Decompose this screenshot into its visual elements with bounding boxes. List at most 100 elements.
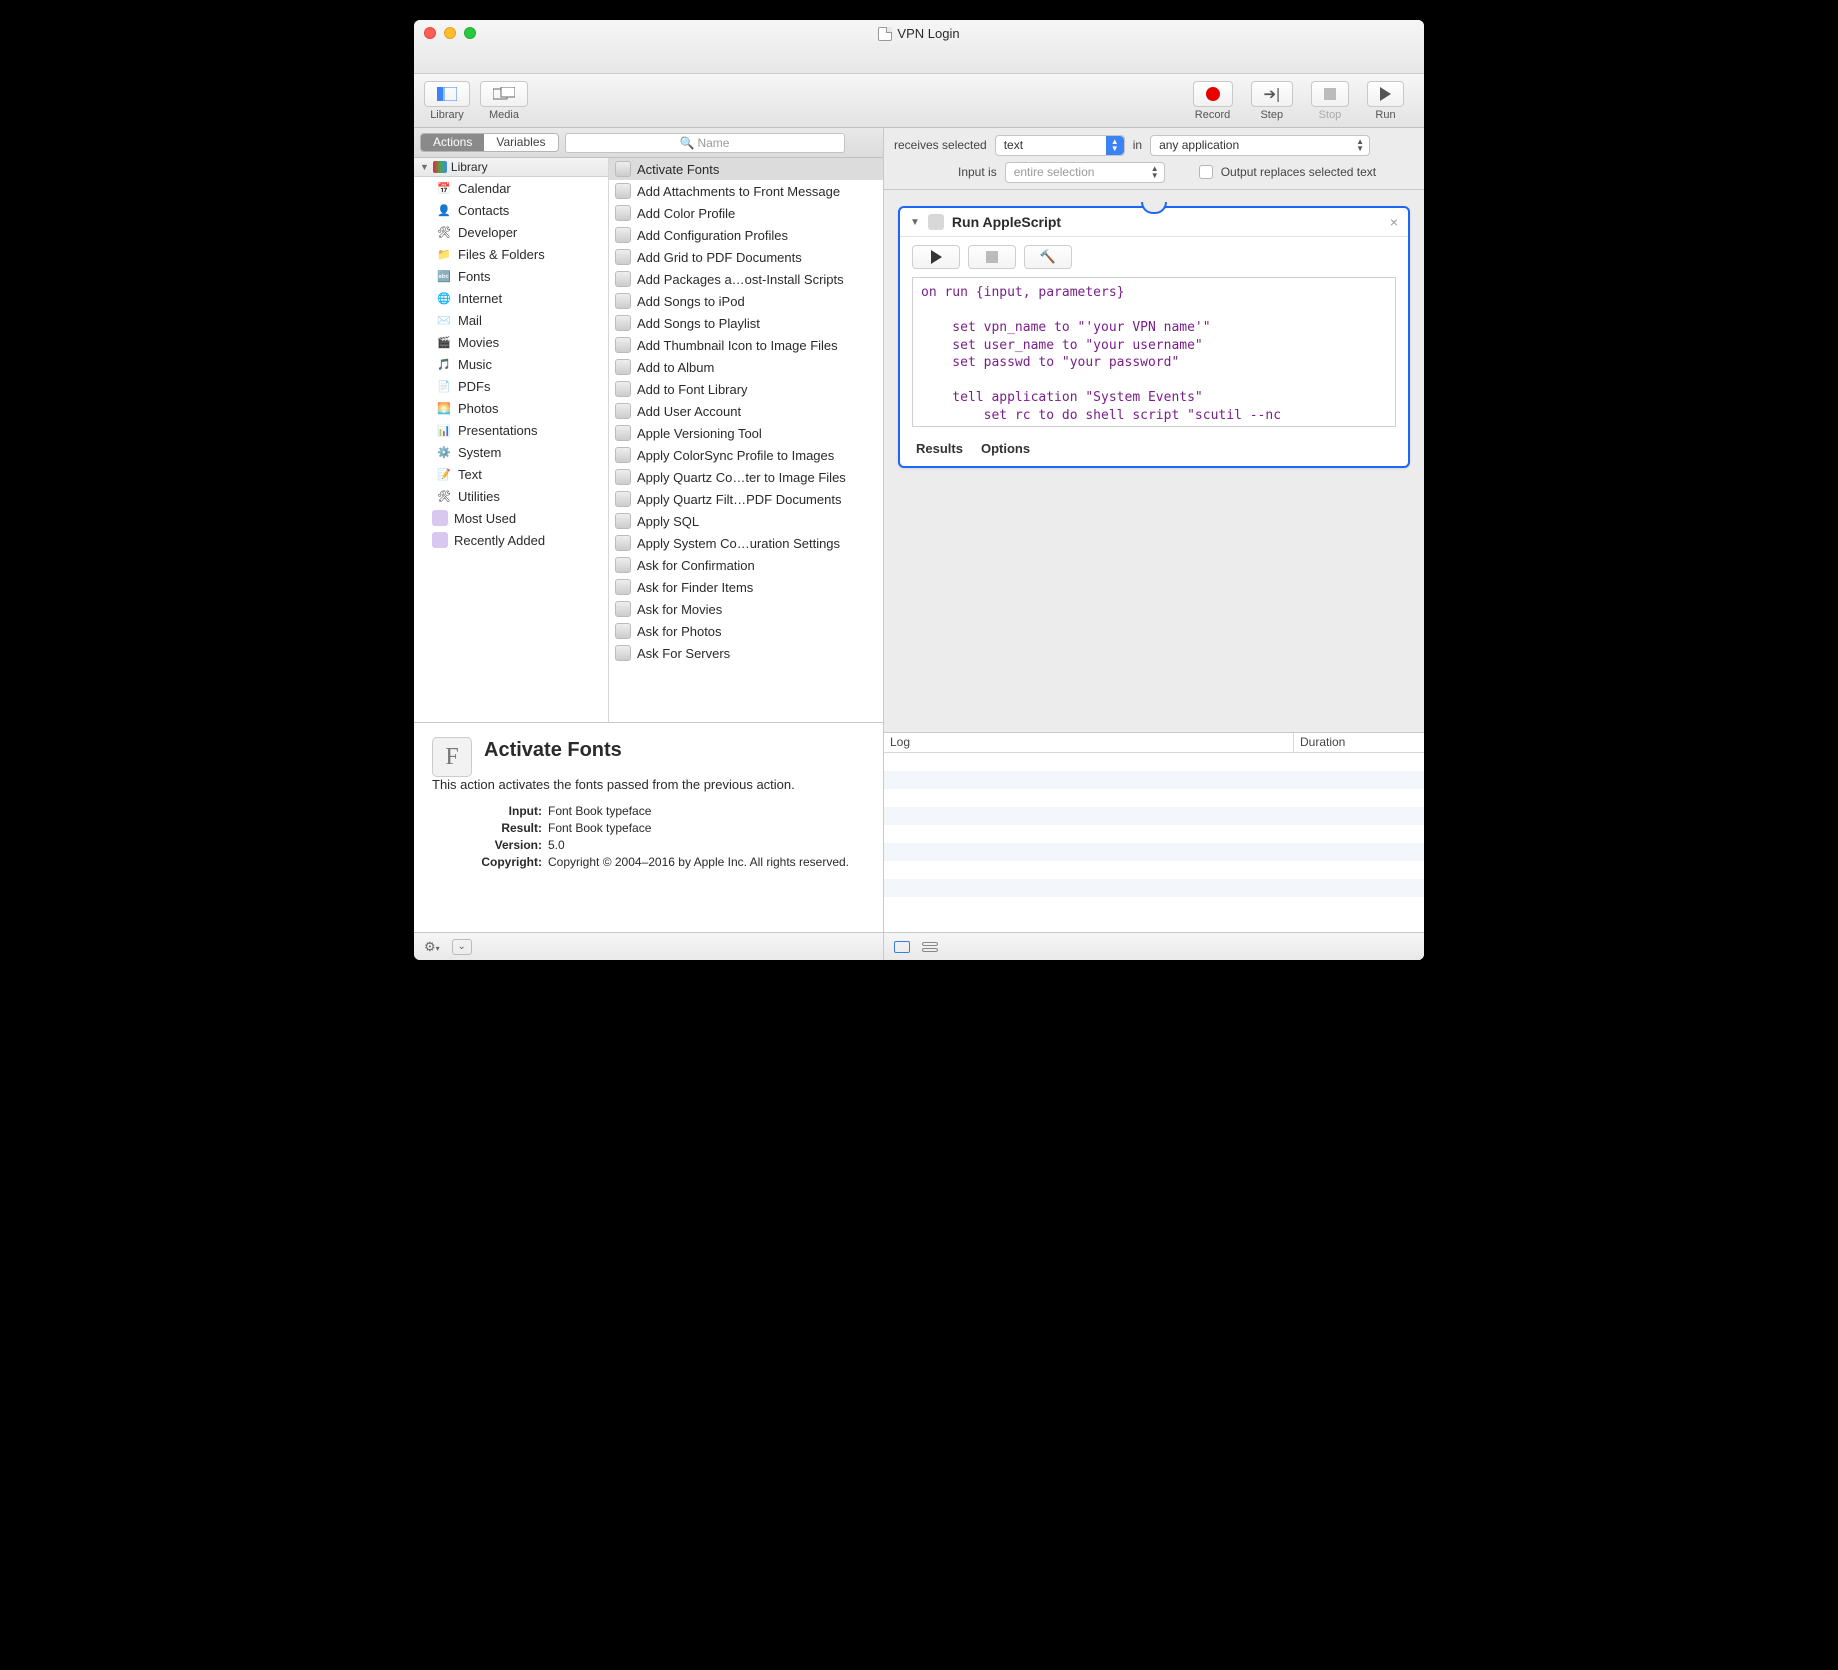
options-tab[interactable]: Options xyxy=(981,441,1030,456)
results-tab[interactable]: Results xyxy=(916,441,963,456)
category-icon: ✉️ xyxy=(436,312,452,328)
action-icon xyxy=(615,183,631,199)
category-icon: 🎵 xyxy=(436,356,452,372)
minimize-window-button[interactable] xyxy=(444,27,456,39)
library-item[interactable]: 🛠Developer xyxy=(414,221,608,243)
stop-icon xyxy=(1324,88,1336,100)
actions-list[interactable]: Activate FontsAdd Attachments to Front M… xyxy=(609,158,883,664)
action-list-item[interactable]: Add to Album xyxy=(609,356,883,378)
action-list-item[interactable]: Add Packages a…ost-Install Scripts xyxy=(609,268,883,290)
action-list-item[interactable]: Ask for Photos xyxy=(609,620,883,642)
category-icon: 🔤 xyxy=(436,268,452,284)
library-toolbar-button[interactable]: Library xyxy=(424,81,470,121)
library-item[interactable]: 🎬Movies xyxy=(414,331,608,353)
log-pane: Log Duration xyxy=(884,732,1424,932)
library-smart-item[interactable]: Most Used xyxy=(414,507,608,529)
action-list-item[interactable]: Apply Quartz Co…ter to Image Files xyxy=(609,466,883,488)
library-item[interactable]: 📊Presentations xyxy=(414,419,608,441)
library-item[interactable]: 👤Contacts xyxy=(414,199,608,221)
actions-segment[interactable]: Actions xyxy=(421,134,484,151)
action-list-item[interactable]: Add Songs to iPod xyxy=(609,290,883,312)
receives-type-select[interactable]: text ▲▼ xyxy=(995,135,1125,156)
step-button[interactable]: ➔|Step xyxy=(1251,81,1293,121)
library-item[interactable]: ⚙️System xyxy=(414,441,608,463)
action-icon xyxy=(615,249,631,265)
variables-view-icon[interactable] xyxy=(922,942,938,952)
action-icon xyxy=(615,447,631,463)
document-icon xyxy=(878,27,892,41)
output-replaces-checkbox[interactable] xyxy=(1199,165,1213,179)
action-icon xyxy=(615,337,631,353)
duration-column-header[interactable]: Duration xyxy=(1294,733,1424,752)
library-smart-item[interactable]: Recently Added xyxy=(414,529,608,551)
workflow-view-icon[interactable] xyxy=(894,941,910,953)
script-compile-button[interactable]: 🔨 xyxy=(1024,245,1072,269)
script-run-button[interactable] xyxy=(912,245,960,269)
run-button[interactable]: Run xyxy=(1367,81,1404,121)
receives-label: receives selected xyxy=(894,138,987,152)
action-list-item[interactable]: Add User Account xyxy=(609,400,883,422)
library-item[interactable]: 🎵Music xyxy=(414,353,608,375)
action-list-item[interactable]: Apply Quartz Filt…PDF Documents xyxy=(609,488,883,510)
library-icon xyxy=(433,161,447,173)
action-list-item[interactable]: Add Thumbnail Icon to Image Files xyxy=(609,334,883,356)
gear-icon[interactable]: ⚙︎▾ xyxy=(424,939,440,955)
library-item[interactable]: 📁Files & Folders xyxy=(414,243,608,265)
action-list-item[interactable]: Add Attachments to Front Message xyxy=(609,180,883,202)
library-category-list[interactable]: 📅Calendar👤Contacts🛠Developer📁Files & Fol… xyxy=(414,177,608,551)
actions-variables-segment[interactable]: Actions Variables xyxy=(420,133,559,152)
media-toolbar-button[interactable]: Media xyxy=(480,81,528,121)
script-stop-button[interactable] xyxy=(968,245,1016,269)
action-list-item[interactable]: Apply System Co…uration Settings xyxy=(609,532,883,554)
action-icon xyxy=(615,513,631,529)
workflow-input-bar: receives selected text ▲▼ in any applica… xyxy=(884,128,1424,190)
action-list-item[interactable]: Activate Fonts xyxy=(609,158,883,180)
library-item[interactable]: 📅Calendar xyxy=(414,177,608,199)
play-icon xyxy=(931,250,942,264)
library-header[interactable]: ▼ Library xyxy=(414,158,608,177)
action-list-item[interactable]: Add to Font Library xyxy=(609,378,883,400)
action-list-item[interactable]: Ask for Movies xyxy=(609,598,883,620)
disclosure-triangle-icon[interactable]: ▼ xyxy=(910,217,920,228)
action-icon xyxy=(615,359,631,375)
stop-button[interactable]: Stop xyxy=(1311,81,1349,121)
library-item[interactable]: 📝Text xyxy=(414,463,608,485)
input-is-label: Input is xyxy=(958,165,997,179)
close-window-button[interactable] xyxy=(424,27,436,39)
action-icon xyxy=(615,425,631,441)
library-item[interactable]: 🌅Photos xyxy=(414,397,608,419)
library-item[interactable]: 🔤Fonts xyxy=(414,265,608,287)
search-input[interactable]: 🔍 Name xyxy=(565,133,845,153)
category-icon: 📄 xyxy=(436,378,452,394)
action-list-item[interactable]: Apply ColorSync Profile to Images xyxy=(609,444,883,466)
workflow-canvas[interactable]: ▼ Run AppleScript × 🔨 on run {input, par… xyxy=(884,190,1424,732)
library-item[interactable]: 📄PDFs xyxy=(414,375,608,397)
action-icon xyxy=(615,623,631,639)
run-applescript-action[interactable]: ▼ Run AppleScript × 🔨 on run {input, par… xyxy=(898,206,1410,468)
action-list-item[interactable]: Apple Versioning Tool xyxy=(609,422,883,444)
variables-segment[interactable]: Variables xyxy=(484,134,557,151)
library-item[interactable]: 🛠Utilities xyxy=(414,485,608,507)
zoom-window-button[interactable] xyxy=(464,27,476,39)
action-icon xyxy=(615,403,631,419)
action-list-item[interactable]: Add Configuration Profiles xyxy=(609,224,883,246)
record-button[interactable]: Record xyxy=(1193,81,1233,121)
action-list-item[interactable]: Add Songs to Playlist xyxy=(609,312,883,334)
action-list-item[interactable]: Add Color Profile xyxy=(609,202,883,224)
script-editor[interactable]: on run {input, parameters} set vpn_name … xyxy=(912,277,1396,427)
action-list-item[interactable]: Ask for Finder Items xyxy=(609,576,883,598)
library-item[interactable]: ✉️Mail xyxy=(414,309,608,331)
action-list-item[interactable]: Add Grid to PDF Documents xyxy=(609,246,883,268)
close-icon[interactable]: × xyxy=(1390,214,1398,230)
log-column-header[interactable]: Log xyxy=(884,733,1294,752)
action-list-item[interactable]: Ask for Confirmation xyxy=(609,554,883,576)
input-is-select[interactable]: entire selection ▲▼ xyxy=(1005,162,1165,183)
disclosure-triangle-icon[interactable]: ▼ xyxy=(420,162,429,172)
action-title: Run AppleScript xyxy=(952,214,1061,230)
receives-app-select[interactable]: any application ▲▼ xyxy=(1150,135,1370,156)
library-item[interactable]: 🌐Internet xyxy=(414,287,608,309)
action-list-item[interactable]: Apply SQL xyxy=(609,510,883,532)
toggle-description-button[interactable]: ⌄ xyxy=(452,939,472,955)
applescript-icon xyxy=(928,214,944,230)
action-list-item[interactable]: Ask For Servers xyxy=(609,642,883,664)
